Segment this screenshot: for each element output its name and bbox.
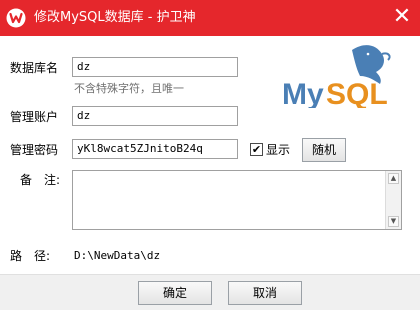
- app-logo-icon: [6, 8, 26, 28]
- show-password-checkbox[interactable]: ✔: [250, 143, 263, 156]
- svg-text:My: My: [282, 78, 324, 108]
- cancel-button[interactable]: 取消: [228, 281, 302, 305]
- notes-label: 备 注:: [20, 173, 61, 187]
- password-input[interactable]: yKl8wcat5ZJnitoB24q: [72, 139, 238, 159]
- close-button[interactable]: ✕: [384, 0, 420, 36]
- path-value: D:\NewData\dz: [74, 249, 161, 262]
- show-password-label: 显示: [266, 143, 291, 157]
- ok-button[interactable]: 确定: [138, 281, 212, 305]
- db-name-label: 数据库名: [10, 61, 59, 75]
- svg-text:SQL: SQL: [326, 78, 388, 108]
- title-bar: 修改MySQL数据库 - 护卫神 ✕: [0, 0, 420, 36]
- account-label: 管理账户: [10, 110, 59, 124]
- scroll-up-icon[interactable]: ▲: [388, 173, 399, 184]
- path-label: 路 径:: [10, 249, 51, 263]
- close-icon: ✕: [392, 4, 412, 29]
- account-input[interactable]: dz: [72, 106, 238, 126]
- password-label: 管理密码: [10, 143, 59, 157]
- notes-textarea[interactable]: ▲ ▼: [72, 170, 402, 230]
- dialog-footer: 确定 取消: [0, 274, 420, 310]
- random-password-button[interactable]: 随机: [302, 138, 346, 162]
- window-title: 修改MySQL数据库 - 护卫神: [34, 10, 196, 25]
- db-name-input[interactable]: dz: [72, 57, 238, 77]
- scroll-down-icon[interactable]: ▼: [388, 216, 399, 227]
- db-name-hint: 不含特殊字符，且唯一: [74, 82, 184, 95]
- mysql-logo: My SQL: [282, 45, 391, 108]
- notes-scrollbar[interactable]: ▲ ▼: [385, 171, 401, 229]
